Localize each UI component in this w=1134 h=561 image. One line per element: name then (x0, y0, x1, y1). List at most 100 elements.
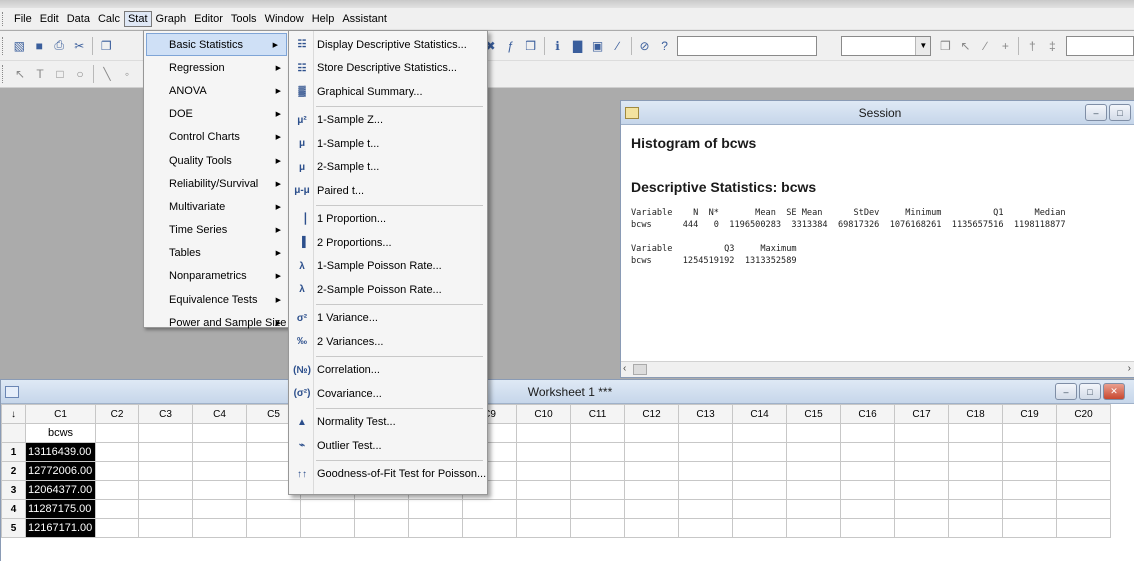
data-cell[interactable] (1056, 518, 1111, 538)
submenu-item-correlation[interactable]: (№) Correlation... (289, 359, 487, 383)
data-cell[interactable] (192, 442, 247, 462)
data-cell[interactable] (894, 442, 949, 462)
submenu-item-covariance[interactable]: (σ²) Covariance... (289, 382, 487, 406)
data-cell[interactable] (948, 442, 1003, 462)
data-cell[interactable] (678, 461, 733, 481)
stat-menu-item-regression[interactable]: Regression ▶ (144, 56, 289, 79)
submenu-item-1-sample-poisson-rate[interactable]: λ 1-Sample Poisson Rate... (289, 255, 487, 279)
data-cell[interactable] (1002, 499, 1057, 519)
session-titlebar[interactable]: Session – □ (621, 101, 1134, 125)
menu-assistant[interactable]: Assistant (338, 11, 391, 27)
data-cell[interactable] (138, 480, 193, 500)
submenu-item-outlier-test[interactable]: ⌁ Outlier Test... (289, 434, 487, 458)
column-name-cell[interactable] (948, 423, 1003, 443)
column-header[interactable]: C14 (732, 404, 787, 424)
stat-menu-item-nonparametrics[interactable]: Nonparametrics ▶ (144, 265, 289, 288)
data-cell[interactable] (840, 461, 895, 481)
maximize-button[interactable]: □ (1109, 104, 1131, 121)
data-cell[interactable] (1056, 499, 1111, 519)
row-number[interactable]: 4 (1, 499, 26, 519)
minimize-button[interactable]: – (1055, 383, 1077, 400)
column-name-cell[interactable] (894, 423, 949, 443)
column-header[interactable]: C19 (1002, 404, 1057, 424)
cancel-icon[interactable]: ⊘ (637, 38, 653, 54)
data-cell[interactable] (570, 442, 625, 462)
data-cell[interactable] (948, 518, 1003, 538)
data-cell[interactable] (624, 480, 679, 500)
graph-manager-icon[interactable]: ▣ (590, 38, 606, 54)
submenu-item-1-sample-t[interactable]: μ 1-Sample t... (289, 132, 487, 156)
worksheet-combo[interactable] (676, 35, 818, 56)
data-cell[interactable] (786, 442, 841, 462)
line-icon[interactable]: ╲ (99, 66, 115, 82)
graph-combo[interactable] (1066, 35, 1134, 56)
plus-icon[interactable]: + (997, 38, 1013, 54)
ellipse-icon[interactable]: ○ (72, 66, 88, 82)
submenu-item-1-sample-z[interactable]: μ² 1-Sample Z... (289, 109, 487, 133)
menu-help[interactable]: Help (308, 11, 339, 27)
help-icon[interactable]: ? (657, 38, 673, 54)
data-cell[interactable] (408, 499, 463, 519)
column-name-cell[interactable] (192, 423, 247, 443)
data-cell[interactable] (1002, 480, 1057, 500)
submenu-item-2-variances[interactable]: ‰ 2 Variances... (289, 330, 487, 354)
data-cell[interactable] (516, 480, 571, 500)
data-cell[interactable] (678, 480, 733, 500)
command-combo[interactable]: ▼ (841, 35, 932, 56)
pointer-icon[interactable]: ↖ (957, 38, 973, 54)
data-cell[interactable] (354, 499, 409, 519)
minimize-button[interactable]: – (1085, 104, 1107, 121)
menu-calc[interactable]: Calc (94, 11, 124, 27)
row-number[interactable]: 3 (1, 480, 26, 500)
data-cell[interactable] (138, 442, 193, 462)
data-cell[interactable] (95, 461, 139, 481)
column-name-cell[interactable] (1056, 423, 1111, 443)
data-cell[interactable] (786, 461, 841, 481)
data-cell[interactable] (516, 442, 571, 462)
data-cell[interactable] (462, 499, 517, 519)
submenu-item-2-sample-t[interactable]: μ 2-Sample t... (289, 156, 487, 180)
data-cell[interactable] (624, 461, 679, 481)
data-cell[interactable] (732, 499, 787, 519)
row-number[interactable]: 5 (1, 518, 26, 538)
column-name-cell[interactable] (786, 423, 841, 443)
menu-tools[interactable]: Tools (227, 11, 261, 27)
row-number[interactable]: 1 (1, 442, 26, 462)
data-cell[interactable] (516, 518, 571, 538)
submenu-item-2-sample-poisson-rate[interactable]: λ 2-Sample Poisson Rate... (289, 278, 487, 302)
data-cell[interactable] (732, 518, 787, 538)
column-header[interactable]: C2 (95, 404, 139, 424)
data-cell[interactable] (786, 499, 841, 519)
data-cell[interactable] (246, 518, 301, 538)
data-cell[interactable] (570, 499, 625, 519)
worksheet-grid[interactable]: ↓C1C2C3C4C5C6C7C8C9C10C11C12C13C14C15C16… (1, 404, 1111, 538)
key-icon[interactable]: ‡ (1044, 38, 1060, 54)
data-cell[interactable] (192, 518, 247, 538)
column-name-cell[interactable] (624, 423, 679, 443)
pen-icon[interactable]: ∕ (977, 38, 993, 54)
column-header[interactable]: C3 (138, 404, 193, 424)
scroll-right-icon[interactable]: › (1128, 363, 1131, 374)
submenu-item-2-proportions[interactable]: ▐ 2 Proportions... (289, 231, 487, 255)
data-cell[interactable] (408, 518, 463, 538)
data-cell[interactable] (192, 461, 247, 481)
data-cell[interactable] (138, 518, 193, 538)
save-icon[interactable]: ■ (31, 38, 47, 54)
data-cell[interactable] (732, 442, 787, 462)
column-name-cell[interactable] (516, 423, 571, 443)
data-cell[interactable] (948, 499, 1003, 519)
column-name-cell[interactable] (732, 423, 787, 443)
data-cell[interactable]: 11287175.00 (25, 499, 96, 519)
stat-menu-item-anova[interactable]: ANOVA ▶ (144, 79, 289, 102)
submenu-item-graphical-summary[interactable]: ▓ Graphical Summary... (289, 80, 487, 104)
data-cell[interactable] (786, 518, 841, 538)
menu-window[interactable]: Window (261, 11, 308, 27)
column-header[interactable]: C10 (516, 404, 571, 424)
data-cell[interactable] (95, 518, 139, 538)
data-cell[interactable] (300, 499, 355, 519)
grid-corner-arrow-icon[interactable]: ↓ (1, 404, 26, 424)
column-header[interactable]: C17 (894, 404, 949, 424)
column-header[interactable]: C4 (192, 404, 247, 424)
rectangle-icon[interactable]: □ (52, 66, 68, 82)
data-cell[interactable] (840, 499, 895, 519)
